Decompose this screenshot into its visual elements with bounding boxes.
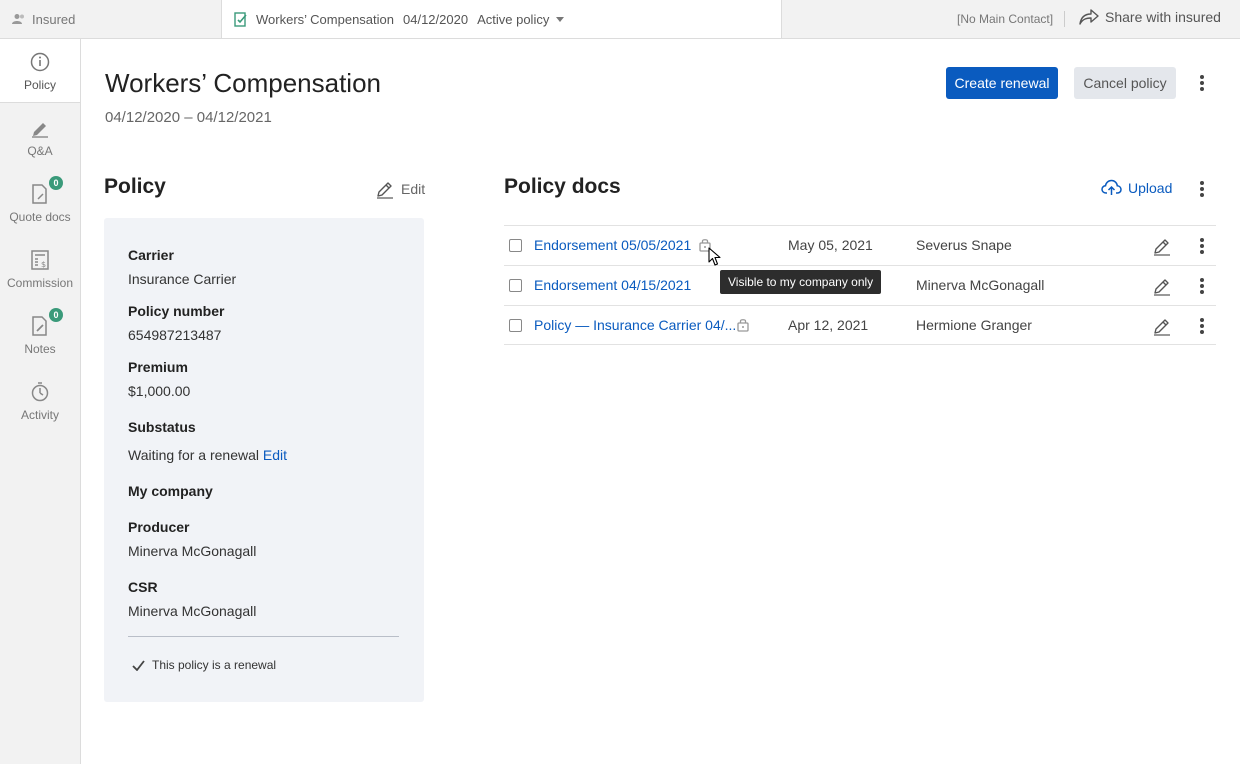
policy-number-value: 654987213487 (128, 327, 222, 343)
sidebar-item-policy[interactable]: Policy (0, 39, 80, 103)
policy-details-card: Carrier Insurance Carrier Policy number … (104, 218, 424, 702)
docs-more-options-icon[interactable] (1192, 179, 1212, 199)
cloud-upload-icon (1101, 179, 1122, 195)
policy-section-title: Policy (104, 175, 166, 198)
mouse-cursor-icon (708, 247, 721, 266)
page-title: Workers’ Compensation (105, 68, 381, 98)
row-checkbox[interactable] (509, 239, 522, 252)
doc-name-link[interactable]: Endorsement 04/15/2021 (534, 277, 691, 293)
csr-value: Minerva McGonagall (128, 603, 257, 619)
divider (1064, 11, 1065, 27)
doc-date: Apr 12, 2021 (788, 317, 869, 333)
check-icon (132, 659, 145, 671)
policy-docs-title: Policy docs (504, 175, 621, 198)
doc-user: Severus Snape (916, 237, 1012, 253)
insured-tab[interactable]: Insured (0, 0, 221, 38)
divider (128, 636, 399, 637)
renewal-note-text: This policy is a renewal (152, 658, 277, 672)
calculator-icon: $ (28, 248, 52, 272)
sidebar-item-commission[interactable]: $ Commission (0, 237, 80, 301)
doc-name-link[interactable]: Endorsement 05/05/2021 (534, 237, 691, 253)
my-company-label: My company (128, 483, 213, 499)
share-with-insured-button[interactable]: Share with insured (1079, 9, 1221, 25)
renewal-note: This policy is a renewal (132, 658, 276, 672)
edit-label: Edit (401, 181, 426, 197)
share-label: Share with insured (1105, 9, 1221, 25)
premium-label: Premium (128, 359, 188, 375)
producer-value: Minerva McGonagall (128, 543, 257, 559)
sidebar-item-label: Quote docs (9, 210, 71, 224)
substatus-label: Substatus (128, 419, 196, 435)
activity-icon (28, 380, 52, 404)
info-icon (28, 50, 52, 74)
pencil-icon[interactable] (1152, 276, 1172, 299)
doc-date: May 05, 2021 (788, 237, 873, 253)
sidebar: Policy Q&A 0 Quote docs $ Commission 0 N… (0, 39, 81, 764)
row-checkbox[interactable] (509, 319, 522, 332)
user-group-icon (12, 14, 24, 24)
sidebar-item-label: Q&A (27, 144, 53, 158)
sidebar-item-qa[interactable]: Q&A (0, 105, 80, 169)
sidebar-item-quote-docs[interactable]: 0 Quote docs (0, 171, 80, 235)
top-bar: Insured Workers’ Compensation 04/12/2020… (0, 0, 1240, 39)
share-icon (1079, 9, 1099, 25)
sidebar-item-activity[interactable]: Activity (0, 369, 80, 433)
notes-badge: 0 (49, 308, 63, 322)
sidebar-item-notes[interactable]: 0 Notes (0, 303, 80, 367)
pencil-icon[interactable] (1152, 316, 1172, 339)
create-renewal-button[interactable]: Create renewal (946, 67, 1058, 99)
carrier-label: Carrier (128, 247, 174, 263)
table-row: Endorsement 05/05/2021 May 05, 2021 Seve… (504, 225, 1216, 265)
doc-user: Hermione Granger (916, 317, 1032, 333)
upload-label: Upload (1128, 179, 1173, 196)
sidebar-item-label: Commission (6, 276, 73, 290)
policy-selector[interactable]: Workers’ Compensation 04/12/2020 Active … (221, 0, 782, 38)
more-options-icon[interactable] (1192, 73, 1212, 93)
policy-check-icon (234, 11, 247, 27)
csr-label: CSR (128, 579, 158, 595)
edit-policy-button[interactable]: Edit (375, 179, 425, 199)
pencil-icon[interactable] (1152, 236, 1172, 259)
doc-user: Minerva McGonagall (916, 277, 1045, 293)
row-more-options-icon[interactable] (1192, 316, 1212, 336)
chevron-down-icon (556, 16, 565, 22)
premium-value: $1,000.00 (128, 383, 191, 399)
edit-substatus-link[interactable]: Edit (263, 447, 287, 463)
cancel-policy-button[interactable]: Cancel policy (1074, 67, 1176, 99)
sidebar-item-label: Activity (20, 408, 59, 422)
policy-selector-name: Workers’ Compensation (256, 11, 394, 27)
substatus-row: Waiting for a renewal Edit (128, 447, 287, 463)
carrier-value: Insurance Carrier (128, 271, 237, 287)
table-row: Policy — Insurance Carrier 04/... Apr 12… (504, 305, 1216, 345)
doc-name-link[interactable]: Policy — Insurance Carrier 04/... (534, 317, 736, 333)
policy-selector-date: 04/12/2020 (403, 11, 469, 27)
sidebar-item-label: Notes (24, 342, 56, 356)
document-clip-icon: 0 (28, 176, 63, 206)
quote-docs-badge: 0 (49, 176, 63, 190)
policy-selector-status: Active policy (477, 11, 550, 27)
svg-text:$: $ (41, 260, 46, 269)
main-contact[interactable]: [No Main Contact] (957, 12, 1053, 26)
pencil-icon (377, 182, 393, 199)
policy-dates: 04/12/2020 – 04/12/2021 (105, 109, 272, 126)
lock-icon[interactable] (736, 317, 750, 335)
sidebar-item-label: Policy (23, 77, 56, 92)
policy-number-label: Policy number (128, 303, 225, 319)
insured-label: Insured (32, 11, 76, 27)
note-icon: 0 (28, 308, 63, 338)
lock-tooltip: Visible to my company only (720, 270, 882, 294)
pen-icon (28, 116, 52, 140)
substatus-value: Waiting for a renewal (128, 447, 259, 463)
row-more-options-icon[interactable] (1192, 276, 1212, 296)
producer-label: Producer (128, 519, 190, 535)
row-checkbox[interactable] (509, 279, 522, 292)
row-more-options-icon[interactable] (1192, 236, 1212, 256)
upload-button[interactable]: Upload (1101, 179, 1172, 196)
